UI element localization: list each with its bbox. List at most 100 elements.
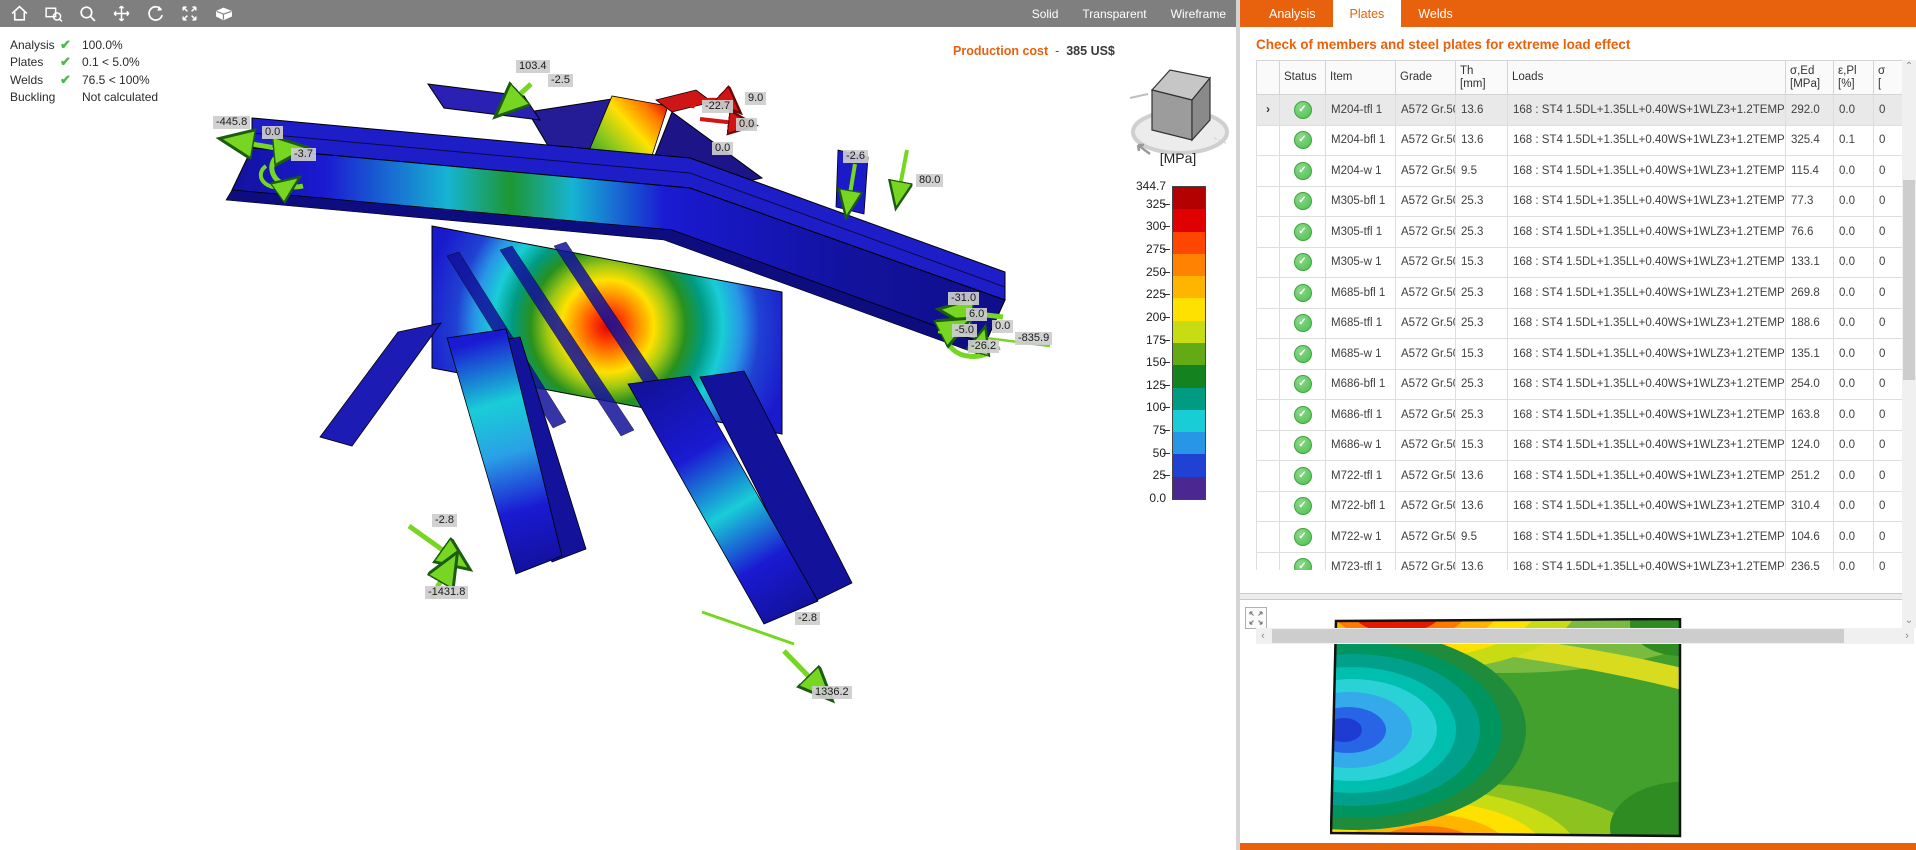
model-viewport[interactable]	[0, 27, 1236, 850]
table-row[interactable]: ✓M305-bfl 1A572 Gr.5025.3168 : ST4 1.5DL…	[1256, 187, 1916, 218]
result-value-label: -3.7	[291, 148, 316, 161]
row-expander[interactable]	[1256, 248, 1280, 278]
loads-cell: 168 : ST4 1.5DL+1.35LL+0.40WS+1WLZ3+1.2T…	[1508, 339, 1786, 369]
view-mode-solid[interactable]: Solid	[1032, 7, 1059, 21]
row-expander[interactable]	[1256, 461, 1280, 491]
production-cost-separator: -	[1052, 44, 1063, 58]
legend-tick-mark	[1163, 226, 1170, 227]
legend-band	[1173, 432, 1205, 454]
th-cell: 15.3	[1456, 339, 1508, 369]
scroll-right-icon[interactable]: ›	[1900, 628, 1914, 644]
vscroll-thumb[interactable]	[1903, 180, 1915, 380]
zoom-window-icon[interactable]	[44, 4, 63, 23]
scroll-up-icon[interactable]: ⌃	[1902, 60, 1916, 74]
row-expander[interactable]	[1256, 309, 1280, 339]
sigma-cell: 124.0	[1786, 431, 1834, 461]
grade-cell: A572 Gr.50	[1396, 553, 1456, 571]
row-expander[interactable]	[1256, 522, 1280, 552]
column-header[interactable]: Status	[1280, 61, 1326, 94]
status-ok-icon: ✓	[1294, 101, 1312, 119]
table-row[interactable]: ✓M685-w 1A572 Gr.5015.3168 : ST4 1.5DL+1…	[1256, 339, 1916, 370]
item-cell: M686-tfl 1	[1326, 400, 1396, 430]
row-expander[interactable]	[1256, 126, 1280, 156]
results-panel: Analysis Plates Welds Check of members a…	[1240, 0, 1916, 850]
legend-tick-label: 50	[1122, 446, 1166, 460]
th-cell: 15.3	[1456, 248, 1508, 278]
legend-tick-mark	[1163, 430, 1170, 431]
sigma-cell: 269.8	[1786, 278, 1834, 308]
zoom-icon[interactable]	[78, 4, 97, 23]
grade-cell: A572 Gr.50	[1396, 339, 1456, 369]
table-row[interactable]: ✓M305-w 1A572 Gr.5015.3168 : ST4 1.5DL+1…	[1256, 248, 1916, 279]
rotate-icon[interactable]	[146, 4, 165, 23]
grade-cell: A572 Gr.50	[1396, 461, 1456, 491]
horizontal-scrollbar[interactable]: ‹ ›	[1256, 628, 1914, 644]
table-row[interactable]: ✓M723-tfl 1A572 Gr.5013.6168 : ST4 1.5DL…	[1256, 553, 1916, 571]
legend-band	[1173, 365, 1205, 387]
scroll-down-icon[interactable]: ⌄	[1902, 614, 1916, 628]
table-row[interactable]: ✓M722-bfl 1A572 Gr.5013.6168 : ST4 1.5DL…	[1256, 492, 1916, 523]
status-label: Buckling	[10, 90, 60, 104]
table-row[interactable]: ✓M722-tfl 1A572 Gr.5013.6168 : ST4 1.5DL…	[1256, 461, 1916, 492]
navigation-cube[interactable]	[1128, 50, 1232, 162]
row-expander[interactable]	[1256, 217, 1280, 247]
eps-cell: 0.0	[1834, 278, 1874, 308]
result-value-label: -2.6	[843, 150, 868, 163]
row-expander[interactable]	[1256, 187, 1280, 217]
tab-welds[interactable]: Welds	[1401, 0, 1470, 27]
status-cell: ✓	[1280, 309, 1326, 339]
legend-color-bar	[1172, 186, 1206, 500]
sigma-cell: 325.4	[1786, 126, 1834, 156]
table-row[interactable]: ✓M686-w 1A572 Gr.5015.3168 : ST4 1.5DL+1…	[1256, 431, 1916, 462]
column-header[interactable]: ε,Pl[%]	[1834, 61, 1874, 94]
column-header[interactable]: Loads	[1508, 61, 1786, 94]
table-row[interactable]: ✓M722-w 1A572 Gr.509.5168 : ST4 1.5DL+1.…	[1256, 522, 1916, 553]
table-row[interactable]: ✓M686-tfl 1A572 Gr.5025.3168 : ST4 1.5DL…	[1256, 400, 1916, 431]
home-icon[interactable]	[10, 4, 29, 23]
view-mode-wireframe[interactable]: Wireframe	[1171, 7, 1226, 21]
tab-plates[interactable]: Plates	[1333, 0, 1402, 27]
row-expander[interactable]	[1256, 553, 1280, 571]
vertical-scrollbar[interactable]: ⌃ ⌄	[1902, 60, 1916, 628]
table-row[interactable]: ✓M204-w 1A572 Gr.509.5168 : ST4 1.5DL+1.…	[1256, 156, 1916, 187]
table-row[interactable]: ✓M685-tfl 1A572 Gr.5025.3168 : ST4 1.5DL…	[1256, 309, 1916, 340]
tab-analysis[interactable]: Analysis	[1252, 0, 1333, 27]
legend-unit-label: [MPa]	[1146, 150, 1210, 166]
table-row[interactable]: ✓M685-bfl 1A572 Gr.5025.3168 : ST4 1.5DL…	[1256, 278, 1916, 309]
column-header[interactable]: σ,Ed[MPa]	[1786, 61, 1834, 94]
row-expander[interactable]	[1256, 339, 1280, 369]
expand-plot-button[interactable]	[1245, 607, 1267, 629]
solid-view-icon[interactable]	[214, 4, 234, 23]
table-row[interactable]: ›✓M204-tfl 1A572 Gr.5013.6168 : ST4 1.5D…	[1256, 95, 1916, 126]
result-value-label: 1336.2	[812, 686, 852, 699]
table-row[interactable]: ✓M686-bfl 1A572 Gr.5025.3168 : ST4 1.5DL…	[1256, 370, 1916, 401]
row-expander[interactable]: ›	[1256, 95, 1280, 125]
hscroll-thumb[interactable]	[1272, 629, 1844, 643]
th-cell: 9.5	[1456, 156, 1508, 186]
result-value-label: 6.0	[966, 308, 987, 321]
view-mode-transparent[interactable]: Transparent	[1082, 7, 1146, 21]
row-expander[interactable]	[1256, 431, 1280, 461]
table-row[interactable]: ✓M204-bfl 1A572 Gr.5013.6168 : ST4 1.5DL…	[1256, 126, 1916, 157]
pan-icon[interactable]	[112, 4, 131, 23]
eps-cell: 0.0	[1834, 217, 1874, 247]
eps-cell: 0.0	[1834, 156, 1874, 186]
plate-stress-detail-plot	[1330, 618, 1682, 838]
column-header[interactable]	[1256, 61, 1280, 94]
fit-icon[interactable]	[180, 4, 199, 23]
row-expander[interactable]	[1256, 156, 1280, 186]
panel-splitter-horizontal[interactable]	[1240, 593, 1916, 600]
th-cell: 13.6	[1456, 492, 1508, 522]
legend-tick-label: 100	[1122, 400, 1166, 414]
eps-cell: 0.0	[1834, 95, 1874, 125]
row-expander[interactable]	[1256, 400, 1280, 430]
table-row[interactable]: ✓M305-tfl 1A572 Gr.5025.3168 : ST4 1.5DL…	[1256, 217, 1916, 248]
scroll-left-icon[interactable]: ‹	[1256, 628, 1270, 644]
column-header[interactable]: Item	[1326, 61, 1396, 94]
loads-cell: 168 : ST4 1.5DL+1.35LL+0.40WS+1WLZ3+1.2T…	[1508, 278, 1786, 308]
row-expander[interactable]	[1256, 278, 1280, 308]
row-expander[interactable]	[1256, 492, 1280, 522]
column-header[interactable]: Th[mm]	[1456, 61, 1508, 94]
column-header[interactable]: Grade	[1396, 61, 1456, 94]
row-expander[interactable]	[1256, 370, 1280, 400]
